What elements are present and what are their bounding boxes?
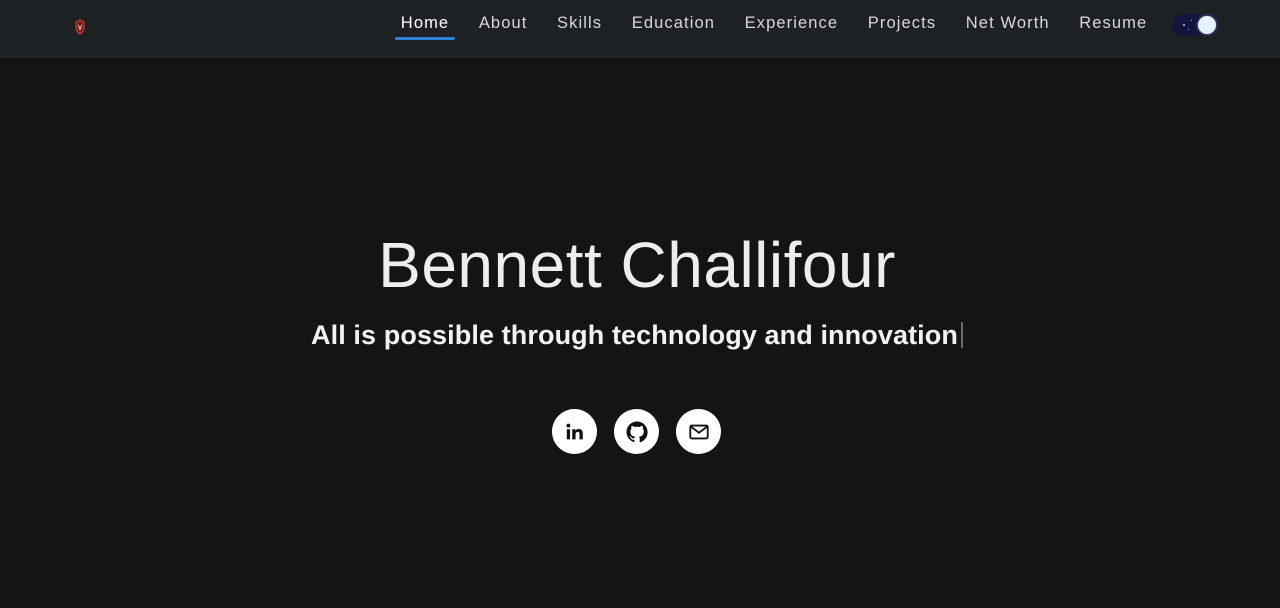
social-links [552,409,721,454]
nav-item-net-worth[interactable]: Net Worth [951,0,1064,44]
star-icon [1183,24,1185,26]
hero-tagline: All is possible through technology and i… [311,320,958,350]
star-icon [1191,20,1192,21]
hero-name: Bennett Challifour [378,229,896,301]
nav-item-education[interactable]: Education [617,0,730,44]
mail-icon [688,424,709,439]
nav-item-projects[interactable]: Projects [853,0,951,44]
theme-toggle[interactable] [1172,14,1218,36]
nav-item-resume[interactable]: Resume [1064,0,1162,44]
nav-links: Home About Skills Education Experience P… [386,0,1162,58]
shield-logo-icon[interactable] [72,15,88,39]
nav-item-about[interactable]: About [464,0,542,44]
nav-item-skills[interactable]: Skills [542,0,617,44]
github-icon [626,421,648,442]
nav-item-experience[interactable]: Experience [730,0,853,44]
linkedin-link[interactable] [552,409,597,454]
github-link[interactable] [614,409,659,454]
star-icon [1188,29,1189,30]
typing-cursor [960,322,963,348]
email-link[interactable] [676,409,721,454]
nav-item-home[interactable]: Home [386,0,464,44]
tagline-row: All is possible through technology and i… [0,316,1274,354]
moon-icon [1198,16,1216,34]
navbar: Home About Skills Education Experience P… [0,0,1280,58]
linkedin-icon [565,423,583,439]
